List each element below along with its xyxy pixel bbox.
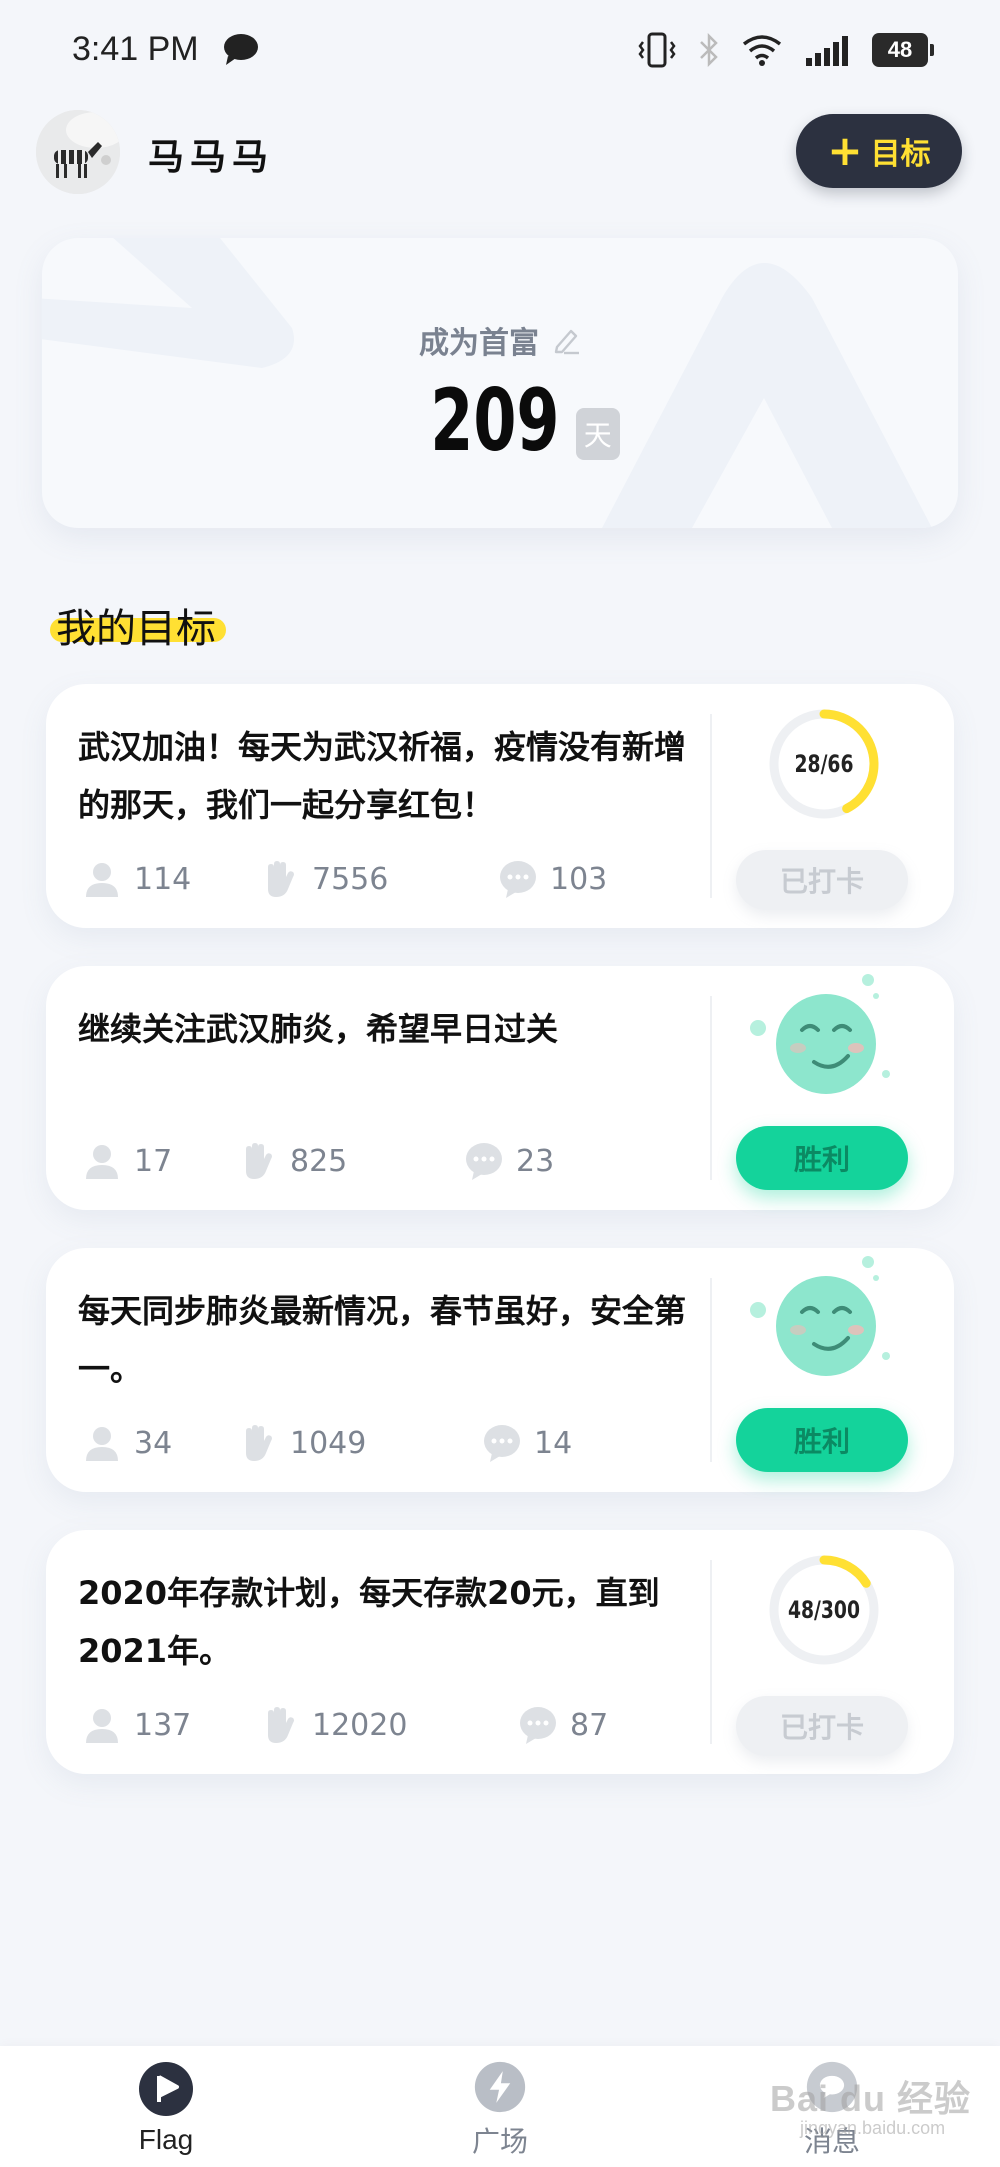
claps-count: 1049 [290, 1425, 367, 1461]
message-bubble-icon [224, 34, 258, 65]
checked-in-button[interactable]: 已打卡 [736, 1696, 908, 1756]
username: 马马马 [148, 137, 275, 178]
hero-day-count: 209 [430, 371, 560, 471]
claps-count: 7556 [312, 861, 389, 897]
card-divider [710, 1278, 712, 1462]
vibrate-icon [638, 32, 676, 68]
smiley-face-icon [750, 1256, 890, 1376]
claps-stat: 7556 [260, 856, 388, 902]
goal-text: 武汉加油！每天为武汉祈福，疫情没有新增的那天，我们一起分享红包！ [78, 728, 687, 824]
claps-stat: 825 [238, 1138, 347, 1184]
progress-label: 48/300 [788, 1596, 860, 1624]
wifi-icon [742, 35, 782, 66]
section-title: 我的目标 [56, 606, 216, 652]
goal-card[interactable]: 武汉加油！每天为武汉祈福，疫情没有新增的那天，我们一起分享红包！ 114 755… [46, 684, 954, 928]
checked-in-button[interactable]: 已打卡 [736, 850, 908, 910]
clap-hand-icon [246, 1143, 272, 1179]
goal-stats: 34 1049 14 [82, 1420, 682, 1466]
signal-icon [806, 36, 848, 66]
members-stat: 114 [82, 856, 191, 902]
baidu-watermark: Bai du 经验 [770, 2078, 972, 2119]
members-count: 137 [134, 1707, 192, 1743]
nav-label-flag: Flag [138, 2124, 194, 2155]
edit-icon[interactable] [551, 325, 581, 355]
progress-label: 28/66 [794, 750, 854, 778]
add-goal-button[interactable]: + 目标 [796, 114, 962, 188]
status-icons: 48 [638, 30, 934, 70]
victory-button[interactable]: 胜利 [736, 1408, 908, 1472]
goal-text: 每天同步肺炎最新情况，春节虽好，安全第一。 [78, 1292, 687, 1388]
members-count: 34 [134, 1425, 173, 1461]
comment-icon [500, 861, 536, 898]
nav-item-flag[interactable]: Flag [86, 2060, 246, 2160]
claps-count: 12020 [312, 1707, 408, 1743]
members-stat: 137 [82, 1702, 191, 1748]
goal-stats: 17 825 23 [82, 1138, 682, 1184]
hero-day-unit: 天 [575, 408, 620, 460]
person-icon [86, 863, 118, 897]
status-time: 3:41 PM [72, 30, 199, 68]
zebra-avatar-image [36, 110, 120, 194]
comments-stat: 103 [498, 856, 607, 902]
victory-button[interactable]: 胜利 [736, 1126, 908, 1190]
goal-card[interactable]: 每天同步肺炎最新情况，春节虽好，安全第一。 34 1049 14 胜利 [46, 1248, 954, 1492]
comments-stat: 87 [518, 1702, 608, 1748]
add-goal-label: 目标 [870, 137, 931, 172]
comments-stat: 23 [464, 1138, 554, 1184]
status-bar: 3:41 PM 48 [0, 0, 1000, 100]
hero-title-row: 成为首富 [42, 318, 958, 362]
person-icon [86, 1145, 118, 1179]
members-stat: 34 [82, 1420, 172, 1466]
lightning-icon [474, 2061, 526, 2113]
claps-stat: 12020 [260, 1702, 407, 1748]
members-stat: 17 [82, 1138, 172, 1184]
clap-hand-icon [246, 1425, 272, 1461]
hero-goal-card[interactable]: 成为首富 209 天 [42, 238, 958, 528]
card-divider [710, 996, 712, 1180]
goal-stats: 114 7556 103 [82, 856, 682, 902]
hero-title: 成为首富 [419, 326, 539, 361]
comment-icon [484, 1425, 520, 1462]
baidu-watermark-url: jingyan.baidu.com [800, 2118, 946, 2138]
goal-card[interactable]: 2020年存款计划，每天存款20元，直到2021年。 137 12020 87 … [46, 1530, 954, 1774]
comments-stat: 14 [482, 1420, 572, 1466]
hero-count-row: 209 天 [42, 378, 958, 464]
claps-count: 825 [290, 1143, 348, 1179]
nav-item-square[interactable]: 广场 [420, 2060, 580, 2160]
comment-icon [520, 1707, 556, 1744]
plus-icon: + [827, 126, 863, 175]
battery-icon: 48 [872, 33, 934, 67]
nav-label-square: 广场 [471, 2126, 528, 2157]
smiley-face-icon [750, 974, 890, 1094]
members-count: 17 [134, 1143, 173, 1179]
app-screen: 3:41 PM 48 马马马 + 目标 成为首富 209 天 我的目标 武汉加油… [0, 0, 1000, 2167]
goal-card[interactable]: 继续关注武汉肺炎，希望早日过关 17 825 23 胜利 [46, 966, 954, 1210]
goal-stats: 137 12020 87 [82, 1702, 682, 1748]
comments-count: 103 [550, 861, 608, 897]
card-divider [710, 714, 712, 898]
comments-count: 14 [534, 1425, 573, 1461]
avatar[interactable] [36, 110, 120, 194]
goal-text: 2020年存款计划，每天存款20元，直到2021年。 [78, 1574, 660, 1670]
flag-play-icon [139, 2062, 193, 2116]
comments-count: 23 [516, 1143, 555, 1179]
card-divider [710, 1560, 712, 1744]
clap-hand-icon [268, 1707, 294, 1743]
clap-hand-icon [268, 861, 294, 897]
bluetooth-icon [700, 33, 718, 67]
comments-count: 87 [570, 1707, 609, 1743]
comment-icon [466, 1143, 502, 1180]
members-count: 114 [134, 861, 192, 897]
claps-stat: 1049 [238, 1420, 366, 1466]
goal-text: 继续关注武汉肺炎，希望早日过关 [78, 1010, 559, 1048]
person-icon [86, 1709, 118, 1743]
person-icon [86, 1427, 118, 1461]
